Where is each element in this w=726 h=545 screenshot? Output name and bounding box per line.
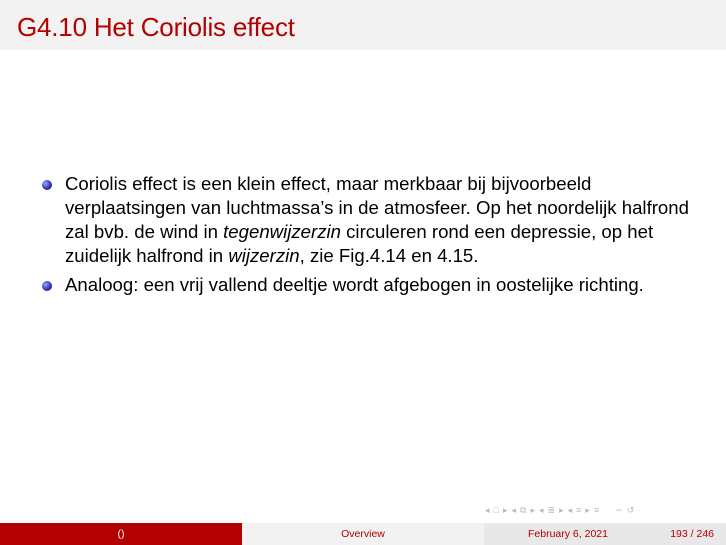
frame-title-bar: G4.10 Het Coriolis effect [0, 0, 726, 50]
section-icon[interactable]: ≣ [548, 505, 556, 516]
emphasis-text: wijzerzin [228, 245, 300, 266]
prev-doc-arrow-icon[interactable]: ◂ [568, 505, 573, 516]
bullet-icon [42, 281, 52, 291]
footer: () Overview February 6, 2021 193 / 246 [0, 523, 726, 545]
bullet-item: Analoog: een vrij vallend deeltje wordt … [40, 273, 700, 297]
appendix-icon[interactable]: ≡ [594, 505, 599, 515]
page-counter: 193 / 246 [670, 528, 714, 540]
footer-section: Overview [341, 528, 385, 540]
subsection-icon[interactable]: ⧉ [520, 505, 526, 516]
footer-author: () [117, 528, 125, 540]
prev-subsection-arrow-icon[interactable]: ◂ [512, 505, 517, 516]
search-icon[interactable]: ∽ [615, 505, 623, 516]
slide-title: G4.10 Het Coriolis effect [17, 12, 295, 42]
next-subsection-arrow-icon[interactable]: ▸ [530, 505, 535, 516]
slide-content: Coriolis effect is een klein effect, maa… [40, 172, 700, 302]
footer-date: February 6, 2021 [528, 528, 608, 540]
navigation-symbols: ◂ □ ▸ ◂ ⧉ ▸ ◂ ≣ ▸ ◂ ≡ ▸ ≡ ∽ ↺ [485, 503, 634, 517]
document-icon[interactable]: ≡ [576, 505, 581, 515]
back-icon[interactable]: ↺ [627, 505, 635, 516]
prev-section-arrow-icon[interactable]: ◂ [539, 505, 544, 516]
bullet-icon [42, 180, 52, 190]
bullet-text: Analoog: een vrij vallend deeltje wordt … [65, 274, 644, 295]
next-section-arrow-icon[interactable]: ▸ [559, 505, 564, 516]
footer-author-box: () [0, 523, 242, 545]
bullet-item: Coriolis effect is een klein effect, maa… [40, 172, 700, 268]
frame-icon[interactable]: □ [494, 505, 499, 515]
prev-frame-arrow-icon[interactable]: ◂ [485, 505, 490, 516]
footer-info-box: February 6, 2021 193 / 246 [484, 523, 726, 545]
emphasis-text: tegenwijzerzin [223, 221, 341, 242]
next-frame-arrow-icon[interactable]: ▸ [503, 505, 508, 516]
bullet-text: Coriolis effect is een klein effect, maa… [65, 173, 689, 266]
next-doc-arrow-icon[interactable]: ▸ [585, 505, 590, 516]
footer-section-box: Overview [242, 523, 484, 545]
